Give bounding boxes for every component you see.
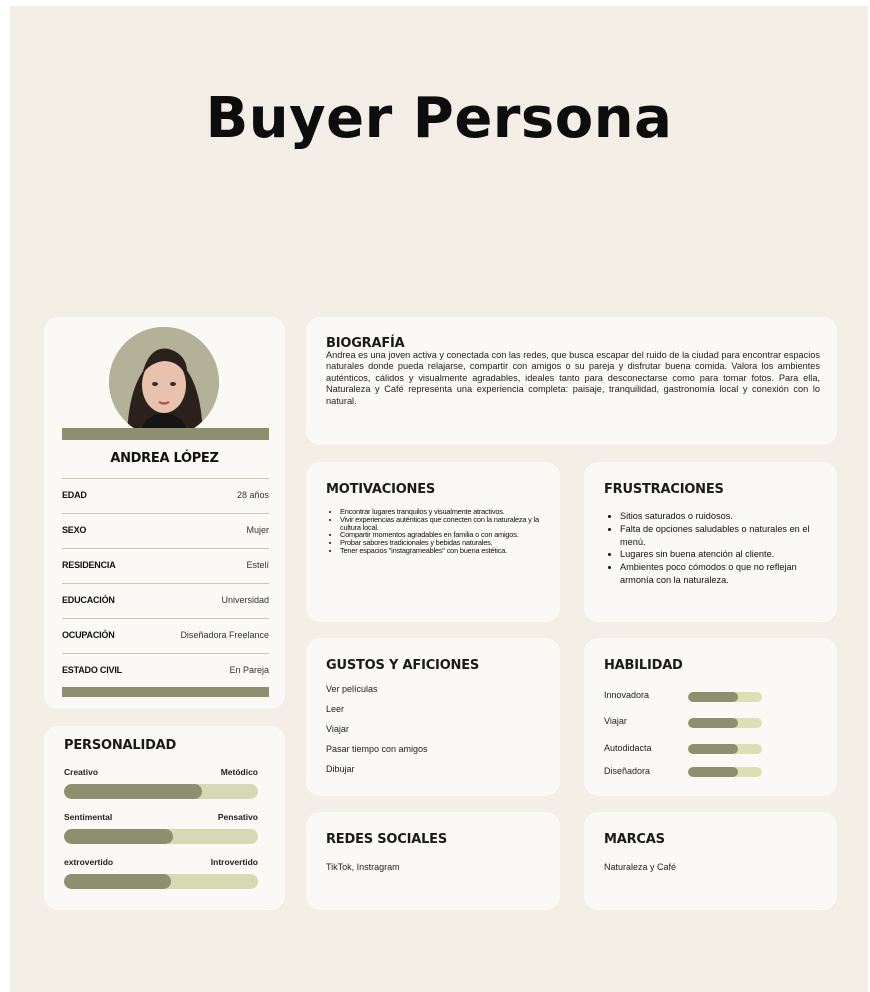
field-label: OCUPACIÓN	[62, 630, 115, 640]
list-item: Dibujar	[326, 764, 355, 774]
portrait-photo	[109, 327, 219, 437]
profile-card: ANDREA LÓPEZ EDAD 28 años SEXO Mujer RES…	[44, 317, 285, 709]
social-card: REDES SOCIALES TikTok, Instragram	[306, 812, 560, 910]
avatar	[109, 327, 219, 437]
trait-bar	[64, 829, 258, 844]
list-item: Tener espacios "instagrameables" con bue…	[340, 547, 540, 555]
hobbies-card: GUSTOS Y AFICIONES Ver películas Leer Vi…	[306, 638, 560, 796]
skill-bar	[688, 767, 762, 777]
persona-name: ANDREA LÓPEZ	[110, 451, 219, 466]
list-item: Falta de opciones saludables o naturales…	[620, 523, 832, 549]
biography-card: BIOGRAFÍA Andrea es una joven activa y c…	[306, 317, 837, 445]
list-item: Pasar tiempo con amigos	[326, 744, 428, 754]
page-title: Buyer Persona	[205, 86, 673, 151]
trait-labels: Creativo Metódico	[64, 767, 258, 777]
trait-fill	[64, 784, 202, 799]
brands-text: Naturaleza y Café	[604, 862, 677, 872]
section-heading: FRUSTRACIONES	[604, 482, 724, 497]
list-item: Sitios saturados o ruidosos.	[620, 510, 832, 523]
field-value: Estelí	[246, 560, 269, 570]
list-item: Leer	[326, 704, 345, 714]
section-heading: BIOGRAFÍA	[326, 336, 405, 351]
field-label: RESIDENCIA	[62, 560, 116, 570]
accent-band-top	[62, 428, 269, 440]
personality-card: PERSONALIDAD Creativo Metódico Sentiment…	[44, 726, 285, 910]
biography-text: Andrea es una joven activa y conectada c…	[326, 350, 820, 406]
trait-right: Metódico	[220, 767, 258, 777]
list-item: Viajar	[326, 724, 349, 734]
field-row-sexo: SEXO Mujer	[62, 513, 269, 546]
list-item: Lugares sin buena atención al cliente.	[620, 548, 832, 561]
field-row-residencia: RESIDENCIA Estelí	[62, 548, 269, 581]
list-item: Ver películas	[326, 684, 378, 694]
field-value: Mujer	[246, 525, 269, 535]
section-heading: REDES SOCIALES	[326, 832, 448, 847]
trait-labels: extrovertido Introvertido	[64, 857, 258, 867]
field-label: SEXO	[62, 525, 87, 535]
section-heading: GUSTOS Y AFICIONES	[326, 658, 480, 673]
persona-page: Buyer Persona ANDREA LÓPEZ EDAD 28 años …	[10, 6, 868, 992]
trait-labels: Sentimental Pensativo	[64, 812, 258, 822]
trait-bar	[64, 784, 258, 799]
trait-right: Pensativo	[217, 812, 258, 822]
trait-left: Sentimental	[64, 812, 113, 822]
trait-bar	[64, 874, 258, 889]
field-label: ESTADO CIVIL	[62, 665, 122, 675]
field-row-edad: EDAD 28 años	[62, 478, 269, 511]
skills-card: HABILIDAD Innovadora Viajar Autodidacta …	[584, 638, 837, 796]
section-heading: PERSONALIDAD	[64, 738, 177, 753]
field-value: 28 años	[236, 490, 269, 500]
motivations-list: Encontrar lugares tranquilos y visualmen…	[326, 508, 540, 555]
section-heading: MARCAS	[604, 832, 665, 847]
field-row-ocupacion: OCUPACIÓN Diseñadora Freelance	[62, 618, 269, 651]
skill-fill	[688, 767, 739, 777]
field-value: Diseñadora Freelance	[180, 630, 269, 640]
field-value: Universidad	[221, 595, 269, 605]
frustrations-card: FRUSTRACIONES Sitios saturados o ruidoso…	[584, 462, 837, 622]
section-heading: HABILIDAD	[604, 658, 683, 673]
field-label: EDUCACIÓN	[62, 595, 115, 605]
trait-left: extrovertido	[64, 857, 114, 867]
frustrations-list: Sitios saturados o ruidosos. Falta de op…	[606, 510, 832, 587]
trait-fill	[64, 829, 173, 844]
brands-card: MARCAS Naturaleza y Café	[584, 812, 837, 910]
accent-band-bottom	[62, 687, 269, 697]
field-label: EDAD	[62, 490, 87, 500]
trait-fill	[64, 874, 171, 889]
field-row-educacion: EDUCACIÓN Universidad	[62, 583, 269, 616]
skill-fill	[688, 744, 739, 754]
trait-left: Creativo	[64, 767, 99, 777]
list-item: Ambientes poco cómodos o que no reflejan…	[620, 561, 832, 587]
skill-fill	[688, 692, 739, 702]
skill-fill	[688, 718, 739, 728]
list-item: Vivir experiencias auténticas que conect…	[340, 515, 540, 532]
skill-bar	[688, 744, 762, 754]
section-heading: MOTIVACIONES	[326, 482, 436, 497]
trait-right: Introvertido	[210, 857, 258, 867]
field-row-estado-civil: ESTADO CIVIL En Pareja	[62, 653, 269, 686]
skill-bar	[688, 692, 762, 702]
skill-bar	[688, 718, 762, 728]
motivations-card: MOTIVACIONES Encontrar lugares tranquilo…	[306, 462, 560, 622]
social-text: TikTok, Instragram	[326, 862, 400, 872]
field-value: En Pareja	[229, 665, 269, 675]
